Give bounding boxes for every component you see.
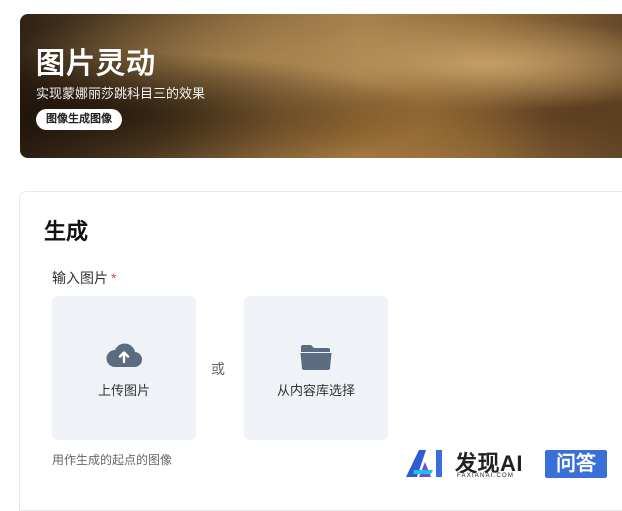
- watermark-badge: 问答: [545, 450, 607, 478]
- folder-icon: [299, 342, 333, 375]
- ai-logo-icon: [405, 448, 449, 483]
- banner-subtitle: 实现蒙娜丽莎跳科目三的效果: [36, 86, 206, 101]
- helper-text: 用作生成的起点的图像: [52, 453, 173, 467]
- input-image-label-text: 输入图片: [52, 270, 108, 286]
- cloud-upload-icon: [106, 342, 143, 373]
- upload-image-label: 上传图片: [97, 383, 150, 398]
- hero-banner: 图片灵动 实现蒙娜丽莎跳科目三的效果 图像生成图像: [20, 14, 622, 158]
- category-tag[interactable]: 图像生成图像: [36, 109, 122, 130]
- banner-title: 图片灵动: [36, 48, 157, 80]
- section-title: 生成: [44, 219, 89, 244]
- select-from-library-label: 从内容库选择: [276, 383, 355, 398]
- select-from-library-button[interactable]: 从内容库选择: [244, 296, 388, 440]
- watermark: 发现AI FAXIANAI.COM 问答: [405, 446, 617, 480]
- input-image-label: 输入图片 *: [52, 268, 116, 288]
- required-mark: *: [111, 270, 117, 286]
- upload-image-button[interactable]: 上传图片: [52, 296, 196, 440]
- watermark-url: FAXIANAI.COM: [457, 473, 515, 479]
- or-separator: 或: [211, 361, 225, 377]
